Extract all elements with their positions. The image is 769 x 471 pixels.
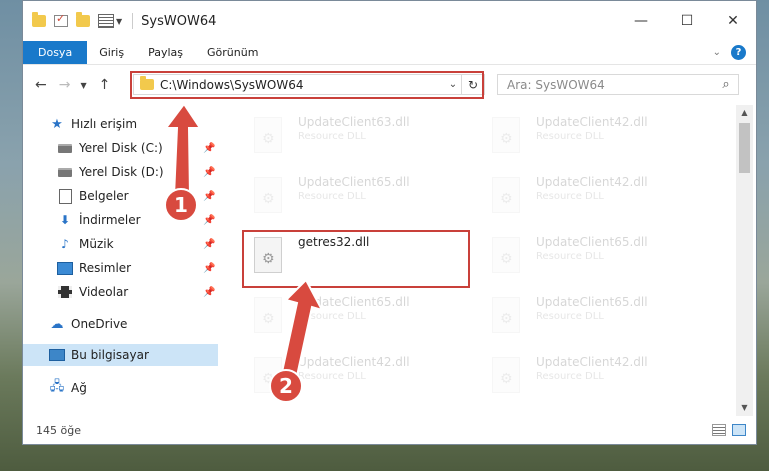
annotation-arrows bbox=[164, 102, 325, 378]
arrow-to-file bbox=[280, 278, 325, 378]
step-2-badge: 2 bbox=[269, 369, 303, 403]
arrow-to-address-bar bbox=[164, 102, 202, 197]
step-1-badge: 1 bbox=[164, 188, 198, 222]
